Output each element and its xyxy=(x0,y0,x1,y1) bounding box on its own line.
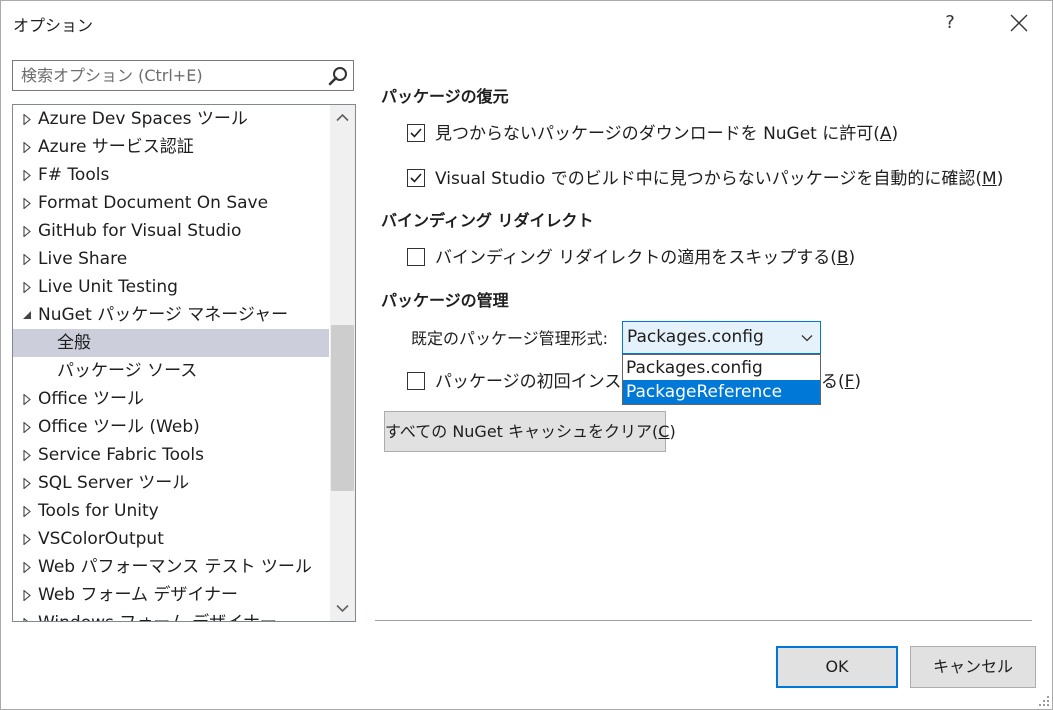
checkmark-icon xyxy=(410,128,422,138)
format-option-package-reference[interactable]: PackageReference xyxy=(623,380,820,404)
tree-item-label: Tools for Unity xyxy=(38,501,159,521)
format-selected-value: Packages.config xyxy=(627,327,764,347)
collapsed-arrow-icon[interactable] xyxy=(21,441,33,469)
tree-item[interactable]: Web パフォーマンス テスト ツール xyxy=(13,553,329,581)
collapsed-arrow-icon[interactable] xyxy=(21,273,33,301)
collapsed-arrow-icon[interactable] xyxy=(21,497,33,525)
tree-item[interactable]: Service Fabric Tools xyxy=(13,441,329,469)
tree-item-label: Live Share xyxy=(38,249,128,269)
tree-item-label: 全般 xyxy=(57,333,91,353)
close-button[interactable] xyxy=(996,1,1042,45)
tree-item[interactable]: VSColorOutput xyxy=(13,525,329,553)
footer-separator xyxy=(375,620,1032,621)
auto-check-checkbox[interactable] xyxy=(407,169,425,187)
clear-cache-button[interactable]: すべての NuGet キャッシュをクリア(C) xyxy=(384,411,676,452)
dialog-title: オプション xyxy=(13,16,94,35)
tree-item[interactable]: Azure サービス認証 xyxy=(13,133,329,161)
collapsed-arrow-icon[interactable] xyxy=(21,105,33,133)
tree-item-label: Windows フォーム デザイナー xyxy=(38,609,277,621)
tree-item[interactable]: Azure Dev Spaces ツール xyxy=(13,105,329,133)
collapsed-arrow-icon[interactable] xyxy=(21,245,33,273)
collapsed-arrow-icon[interactable] xyxy=(21,609,33,621)
close-icon xyxy=(1010,14,1028,32)
management-section-header: パッケージの管理 xyxy=(381,291,509,310)
tree-item-label: GitHub for Visual Studio xyxy=(38,221,242,241)
scroll-thumb[interactable] xyxy=(331,325,354,491)
tree-item[interactable]: Live Share xyxy=(13,245,329,273)
collapsed-arrow-icon[interactable] xyxy=(21,469,33,497)
resize-grip-icon[interactable] xyxy=(1038,695,1050,707)
chevron-down-icon xyxy=(801,335,813,342)
collapsed-arrow-icon[interactable] xyxy=(21,553,33,581)
collapsed-arrow-icon[interactable] xyxy=(21,133,33,161)
ok-button[interactable]: OK xyxy=(776,646,898,688)
options-dialog: オプション ? Azure Dev Spaces ツール Azure サービス認証… xyxy=(0,0,1053,710)
auto-check-label: Visual Studio でのビルド中に見つからないパッケージを自動的に確認(… xyxy=(435,169,1004,189)
tree-item[interactable]: Windows フォーム デザイナー xyxy=(13,609,329,621)
expanded-arrow-icon[interactable] xyxy=(21,301,33,329)
chevron-down-icon xyxy=(336,604,349,613)
tree-item-label: NuGet パッケージ マネージャー xyxy=(38,305,289,325)
skip-binding-checkbox[interactable] xyxy=(407,248,425,266)
collapsed-arrow-icon[interactable] xyxy=(21,189,33,217)
tree-item[interactable]: GitHub for Visual Studio xyxy=(13,217,329,245)
tree-item[interactable]: NuGet パッケージ マネージャー xyxy=(13,301,329,329)
options-tree[interactable]: Azure Dev Spaces ツール Azure サービス認証 F# Tools… xyxy=(12,104,356,622)
allow-download-checkbox[interactable] xyxy=(407,124,425,142)
cancel-button[interactable]: キャンセル xyxy=(910,646,1036,688)
first-install-checkbox[interactable] xyxy=(407,372,425,390)
tree-item-label: Office ツール xyxy=(38,389,145,409)
chevron-up-icon xyxy=(336,113,349,122)
tree-item-label: Office ツール (Web) xyxy=(38,417,200,437)
search-input[interactable] xyxy=(13,61,321,90)
tree-item[interactable]: Live Unit Testing xyxy=(13,273,329,301)
tree-child-item[interactable]: 全般 xyxy=(13,329,329,357)
binding-section-header: バインディング リダイレクト xyxy=(381,211,594,230)
tree-item[interactable]: F# Tools xyxy=(13,161,329,189)
tree-item-label: パッケージ ソース xyxy=(57,361,198,381)
tree-item[interactable]: Office ツール xyxy=(13,385,329,413)
tree-item-label: SQL Server ツール xyxy=(38,473,190,493)
tree-item-label: VSColorOutput xyxy=(38,529,164,549)
scroll-down-button[interactable] xyxy=(330,596,355,621)
tree-item[interactable]: Tools for Unity xyxy=(13,497,329,525)
format-dropdown-list[interactable]: Packages.config PackageReference xyxy=(622,354,821,405)
tree-item-label: Live Unit Testing xyxy=(38,277,178,297)
tree-item[interactable]: Format Document On Save xyxy=(13,189,329,217)
help-button[interactable]: ? xyxy=(927,1,973,45)
tree-item-label: Format Document On Save xyxy=(38,193,269,213)
tree-item-label: Azure Dev Spaces ツール xyxy=(38,109,248,129)
collapsed-arrow-icon[interactable] xyxy=(21,161,33,189)
title-bar[interactable]: オプション ? xyxy=(1,1,1052,45)
allow-download-label: 見つからないパッケージのダウンロードを NuGet に許可(A) xyxy=(435,124,899,144)
format-combobox[interactable]: Packages.config xyxy=(622,321,821,354)
collapsed-arrow-icon[interactable] xyxy=(21,525,33,553)
skip-binding-label: バインディング リダイレクトの適用をスキップする(B) xyxy=(435,248,856,268)
first-install-label-suffix: る(F) xyxy=(821,372,862,392)
tree-child-item[interactable]: パッケージ ソース xyxy=(13,357,329,385)
tree-item[interactable]: SQL Server ツール xyxy=(13,469,329,497)
format-option-packages-config[interactable]: Packages.config xyxy=(623,356,820,380)
tree-item-label: Service Fabric Tools xyxy=(38,445,204,465)
tree-item[interactable]: Office ツール (Web) xyxy=(13,413,329,441)
search-box[interactable] xyxy=(12,60,354,91)
tree-item-label: Web フォーム デザイナー xyxy=(38,585,239,605)
collapsed-arrow-icon[interactable] xyxy=(21,581,33,609)
restore-section-header: パッケージの復元 xyxy=(381,87,509,106)
tree-scrollbar[interactable] xyxy=(330,105,355,621)
tree-item[interactable]: Web フォーム デザイナー xyxy=(13,581,329,609)
tree-item-label: Web パフォーマンス テスト ツール xyxy=(38,557,312,577)
tree-item-label: F# Tools xyxy=(38,165,110,185)
collapsed-arrow-icon[interactable] xyxy=(21,385,33,413)
collapsed-arrow-icon[interactable] xyxy=(21,217,33,245)
checkmark-icon xyxy=(410,173,422,183)
scroll-up-button[interactable] xyxy=(330,105,355,130)
collapsed-arrow-icon[interactable] xyxy=(21,413,33,441)
search-icon[interactable] xyxy=(327,65,349,87)
format-label: 既定のパッケージ管理形式: xyxy=(411,329,609,348)
tree-item-label: Azure サービス認証 xyxy=(38,137,194,157)
